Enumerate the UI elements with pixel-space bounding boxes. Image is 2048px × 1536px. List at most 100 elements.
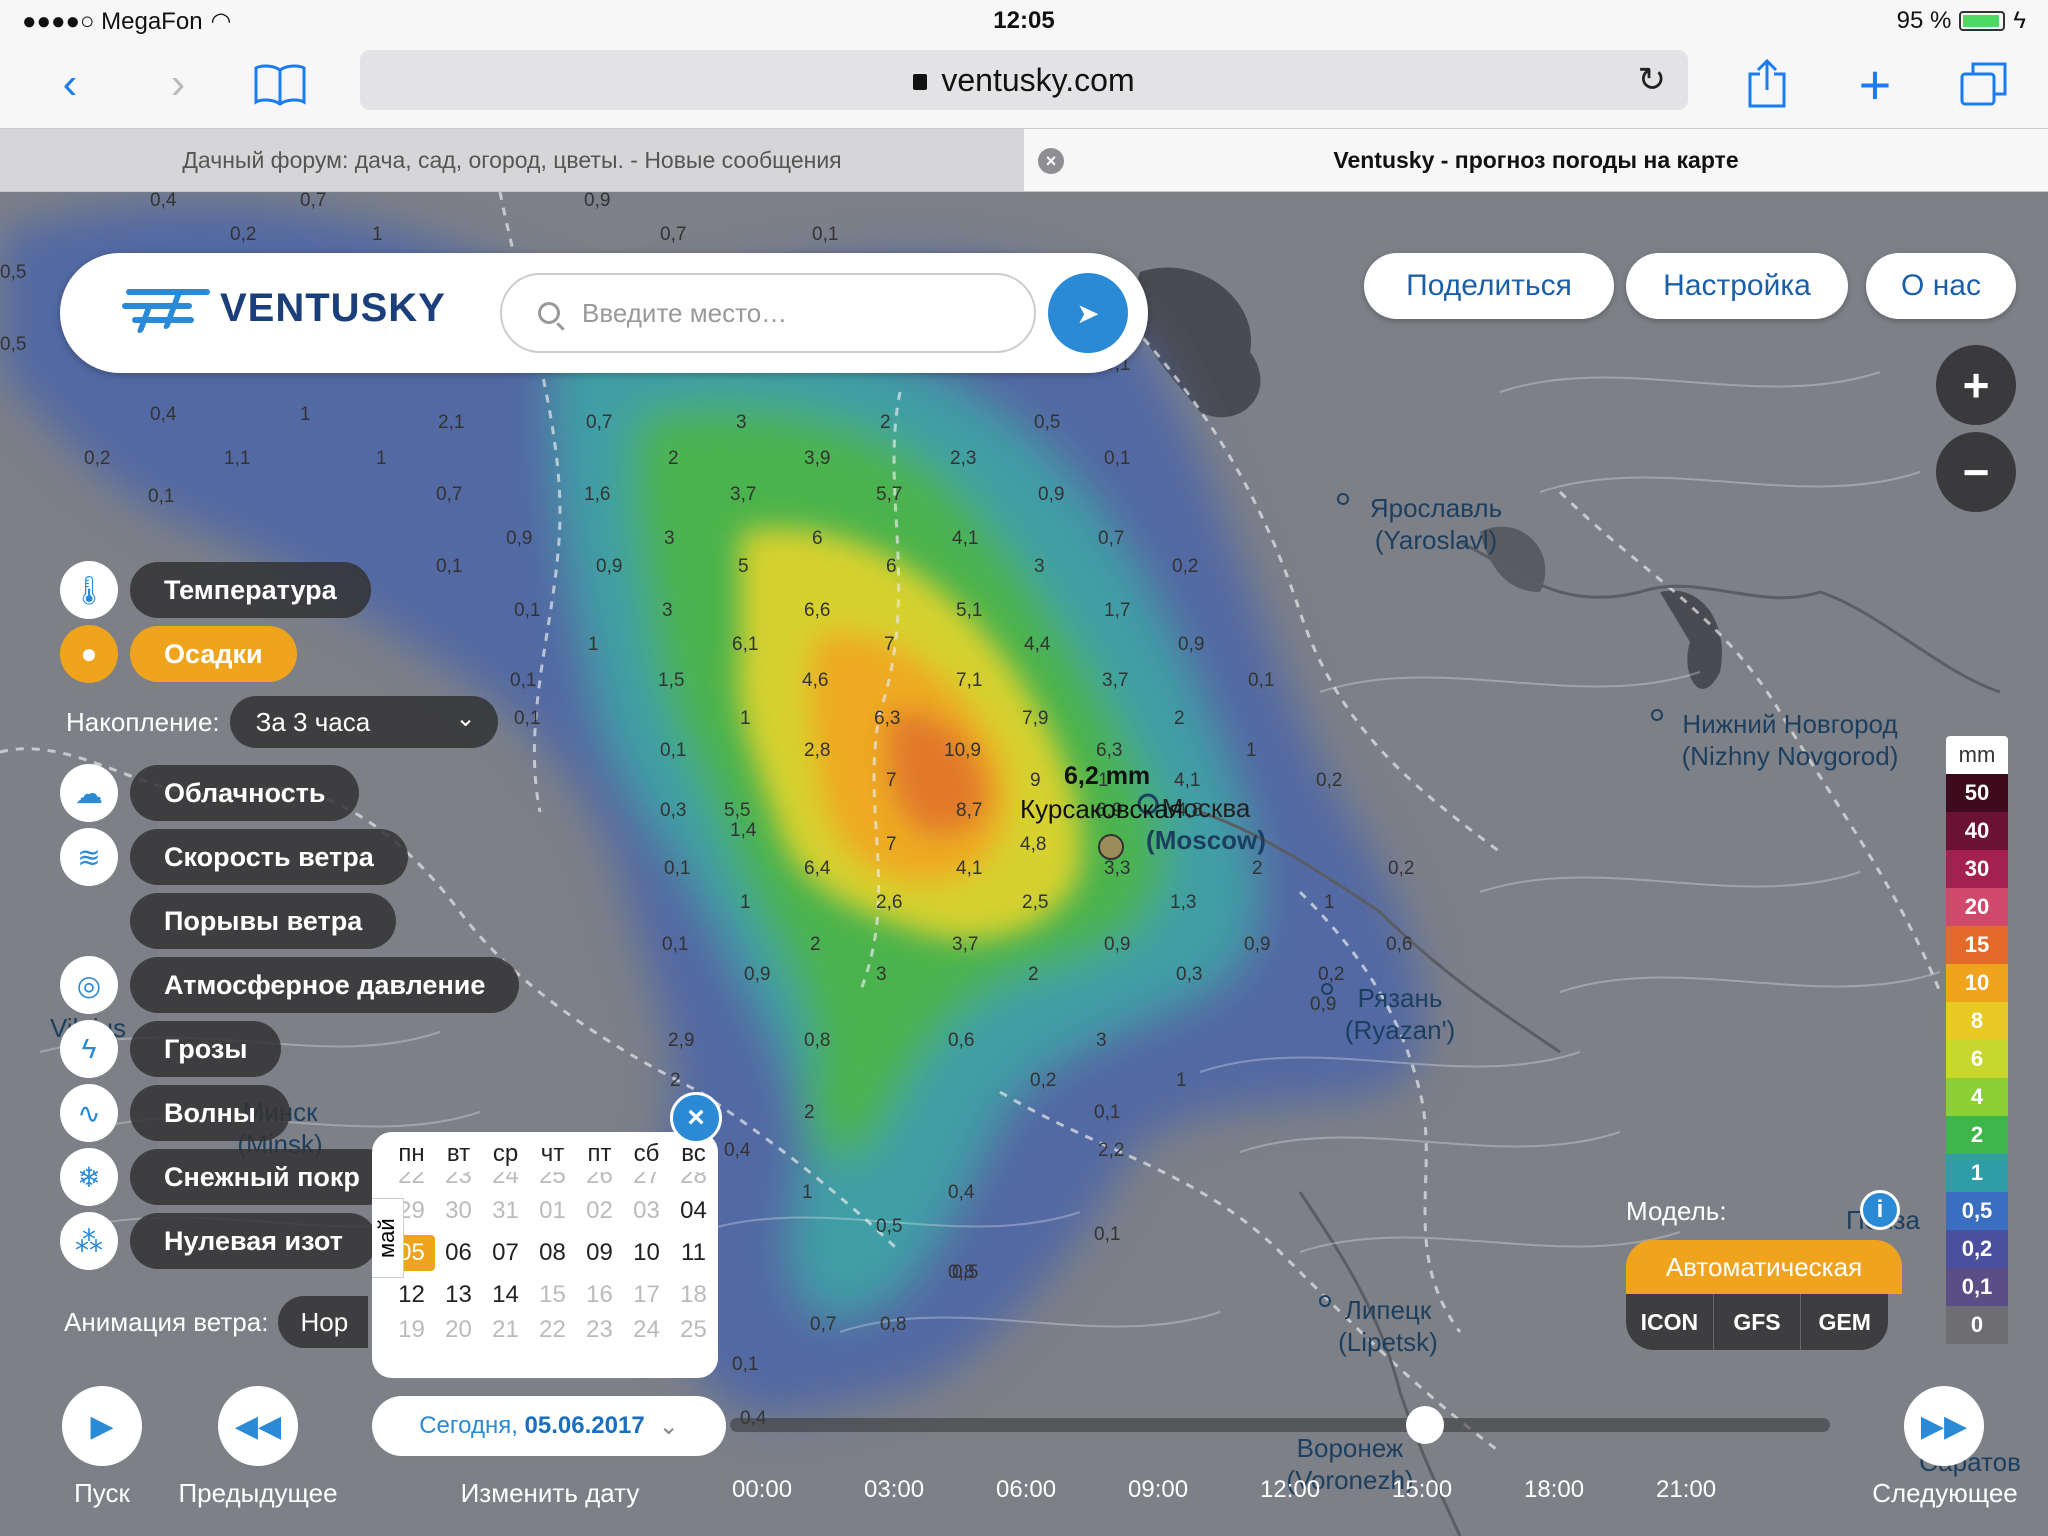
precip-value: 7 — [884, 634, 895, 655]
zoom-out-button[interactable]: − — [1936, 432, 2016, 512]
precip-value: 2,3 — [950, 448, 977, 469]
precip-value: 0,6 — [1386, 934, 1413, 955]
wind-icon: ≋ — [60, 828, 118, 886]
address-bar[interactable]: ventusky.com ↻ — [360, 50, 1688, 110]
search-input[interactable]: Введите место… — [500, 273, 1036, 353]
legend-item: 50 — [1946, 774, 2008, 812]
tab-ventusky[interactable]: × Ventusky - прогноз погоды на карте — [1024, 129, 2048, 191]
city-name: Ярославль — [1369, 493, 1503, 523]
share-button[interactable] — [1742, 52, 1792, 116]
precip-value: 2,5 — [1022, 892, 1049, 913]
precip-value: 0,2 — [84, 448, 111, 469]
lock-icon — [913, 74, 928, 90]
day: 24 — [633, 1316, 660, 1338]
precip-value: 0,1 — [514, 600, 541, 621]
city-name: Липецк — [1344, 1295, 1432, 1325]
forward-button[interactable]: › — [158, 52, 198, 116]
city-ryazan[interactable]: Рязань (Ryazan') — [1320, 982, 1480, 1046]
previous-button[interactable]: ◀◀ — [218, 1386, 298, 1466]
close-tab-icon[interactable]: × — [1038, 148, 1064, 174]
precip-value: 3 — [1096, 1030, 1107, 1051]
tabs-button[interactable] — [1956, 52, 2012, 116]
accumulation-label: Накопление: — [66, 706, 220, 737]
city-latin: (Nizhny Novgorod) — [1681, 741, 1899, 771]
layer-label: Осадки — [130, 626, 297, 682]
day: 19 — [398, 1316, 425, 1338]
day[interactable]: 08 — [529, 1239, 576, 1267]
reload-icon[interactable]: ↻ — [1638, 60, 1667, 100]
precip-value: 1,1 — [224, 448, 251, 469]
city-lipetsk[interactable]: Липецк (Lipetsk) — [1318, 1294, 1458, 1358]
city-dot — [1321, 983, 1333, 995]
calendar-row: 05 06 07 08 09 10 11 — [372, 1232, 718, 1274]
day: 27 — [633, 1172, 660, 1189]
precip-value: 0,9 — [1244, 934, 1271, 955]
legend-item: 2 — [1946, 1116, 2008, 1154]
about-button[interactable]: О нас — [1866, 253, 2016, 319]
next-button[interactable]: ▶▶ — [1904, 1386, 1984, 1466]
precip-value: 0,7 — [1098, 528, 1125, 549]
city-yaroslavl[interactable]: Ярославль (Yaroslavl) — [1336, 492, 1536, 556]
precip-value: 0,4 — [150, 190, 177, 211]
bookmarks-button[interactable] — [250, 52, 310, 116]
precip-value: 6 — [812, 528, 823, 549]
url-text: ventusky.com — [941, 61, 1135, 98]
new-tab-button[interactable]: + — [1850, 52, 1900, 116]
legend-item: 15 — [1946, 926, 2008, 964]
precip-value: 5 — [738, 556, 749, 577]
precip-value: 2,9 — [668, 1030, 695, 1051]
info-icon[interactable]: i — [1860, 1190, 1900, 1230]
city-nizhny-novgorod[interactable]: Нижний Новгород (Nizhny Novgorod) — [1650, 708, 1930, 772]
settings-button[interactable]: Настройка — [1626, 253, 1848, 319]
screen: ●●●●○ MegaFon ◠ 12:05 95 % ϟ ‹ › ventusk… — [0, 0, 2048, 1536]
precip-value: 0,1 — [812, 224, 839, 245]
zoom-in-button[interactable]: + — [1936, 345, 2016, 425]
share-site-button[interactable]: Поделиться — [1364, 253, 1614, 319]
change-date-button[interactable]: Сегодня, 05.06.2017 ⌄ — [372, 1396, 726, 1456]
logo-icon — [122, 283, 210, 333]
location-marker-icon[interactable] — [1096, 832, 1126, 862]
day[interactable]: 10 — [623, 1239, 670, 1267]
city-name: Нижний Новгород — [1682, 709, 1898, 739]
wind-animation-select[interactable]: Нор — [278, 1296, 369, 1348]
tab-title: Ventusky - прогноз погоды на карте — [1333, 146, 1739, 173]
day[interactable]: 07 — [482, 1239, 529, 1267]
timeline-tick: 21:00 — [1656, 1476, 1717, 1503]
precip-value: 4,6 — [802, 670, 829, 691]
model-auto-button[interactable]: Автоматическая — [1626, 1240, 1902, 1294]
precip-value: 0,1 — [514, 708, 541, 729]
model-gfs-button[interactable]: GFS — [1714, 1294, 1802, 1350]
day[interactable]: 14 — [482, 1281, 529, 1309]
play-button[interactable]: ▶ — [62, 1386, 142, 1466]
precip-value: 5,7 — [876, 484, 903, 505]
day[interactable]: 13 — [435, 1281, 482, 1309]
location-arrow-icon: ➤ — [1076, 297, 1100, 329]
drop-icon: ● — [60, 625, 118, 683]
precip-value: 3,7 — [952, 934, 979, 955]
precip-value: 2 — [670, 1070, 681, 1091]
day: 17 — [633, 1281, 660, 1308]
tab-dacha-forum[interactable]: Дачный форум: дача, сад, огород, цветы. … — [0, 129, 1024, 191]
precip-value: 0,7 — [810, 1314, 837, 1335]
day[interactable]: 09 — [576, 1239, 623, 1267]
accumulation-select[interactable]: За 3 часа — [229, 696, 498, 748]
day[interactable]: 06 — [435, 1239, 482, 1267]
day[interactable]: 12 — [388, 1281, 435, 1309]
precip-value: 2 — [1174, 708, 1185, 729]
timeline-tick: 12:00 — [1260, 1476, 1321, 1503]
day: 02 — [586, 1197, 613, 1224]
precip-value: 0,4 — [150, 404, 177, 425]
day[interactable]: 11 — [670, 1239, 717, 1267]
timeline-thumb[interactable] — [1406, 1406, 1444, 1444]
back-button[interactable]: ‹ — [50, 52, 90, 116]
legend-item: 10 — [1946, 964, 2008, 1002]
close-calendar-button[interactable]: × — [670, 1092, 722, 1144]
ventusky-logo[interactable]: VENTUSKY — [122, 283, 446, 333]
model-gem-button[interactable]: GEM — [1801, 1294, 1888, 1350]
model-icon-button[interactable]: ICON — [1626, 1294, 1714, 1350]
precip-value: 1 — [740, 708, 751, 729]
timeline-track[interactable] — [730, 1418, 1830, 1432]
day[interactable]: 04 — [670, 1197, 717, 1225]
geolocate-button[interactable]: ➤ — [1048, 273, 1128, 353]
precip-value: 3 — [876, 964, 887, 985]
